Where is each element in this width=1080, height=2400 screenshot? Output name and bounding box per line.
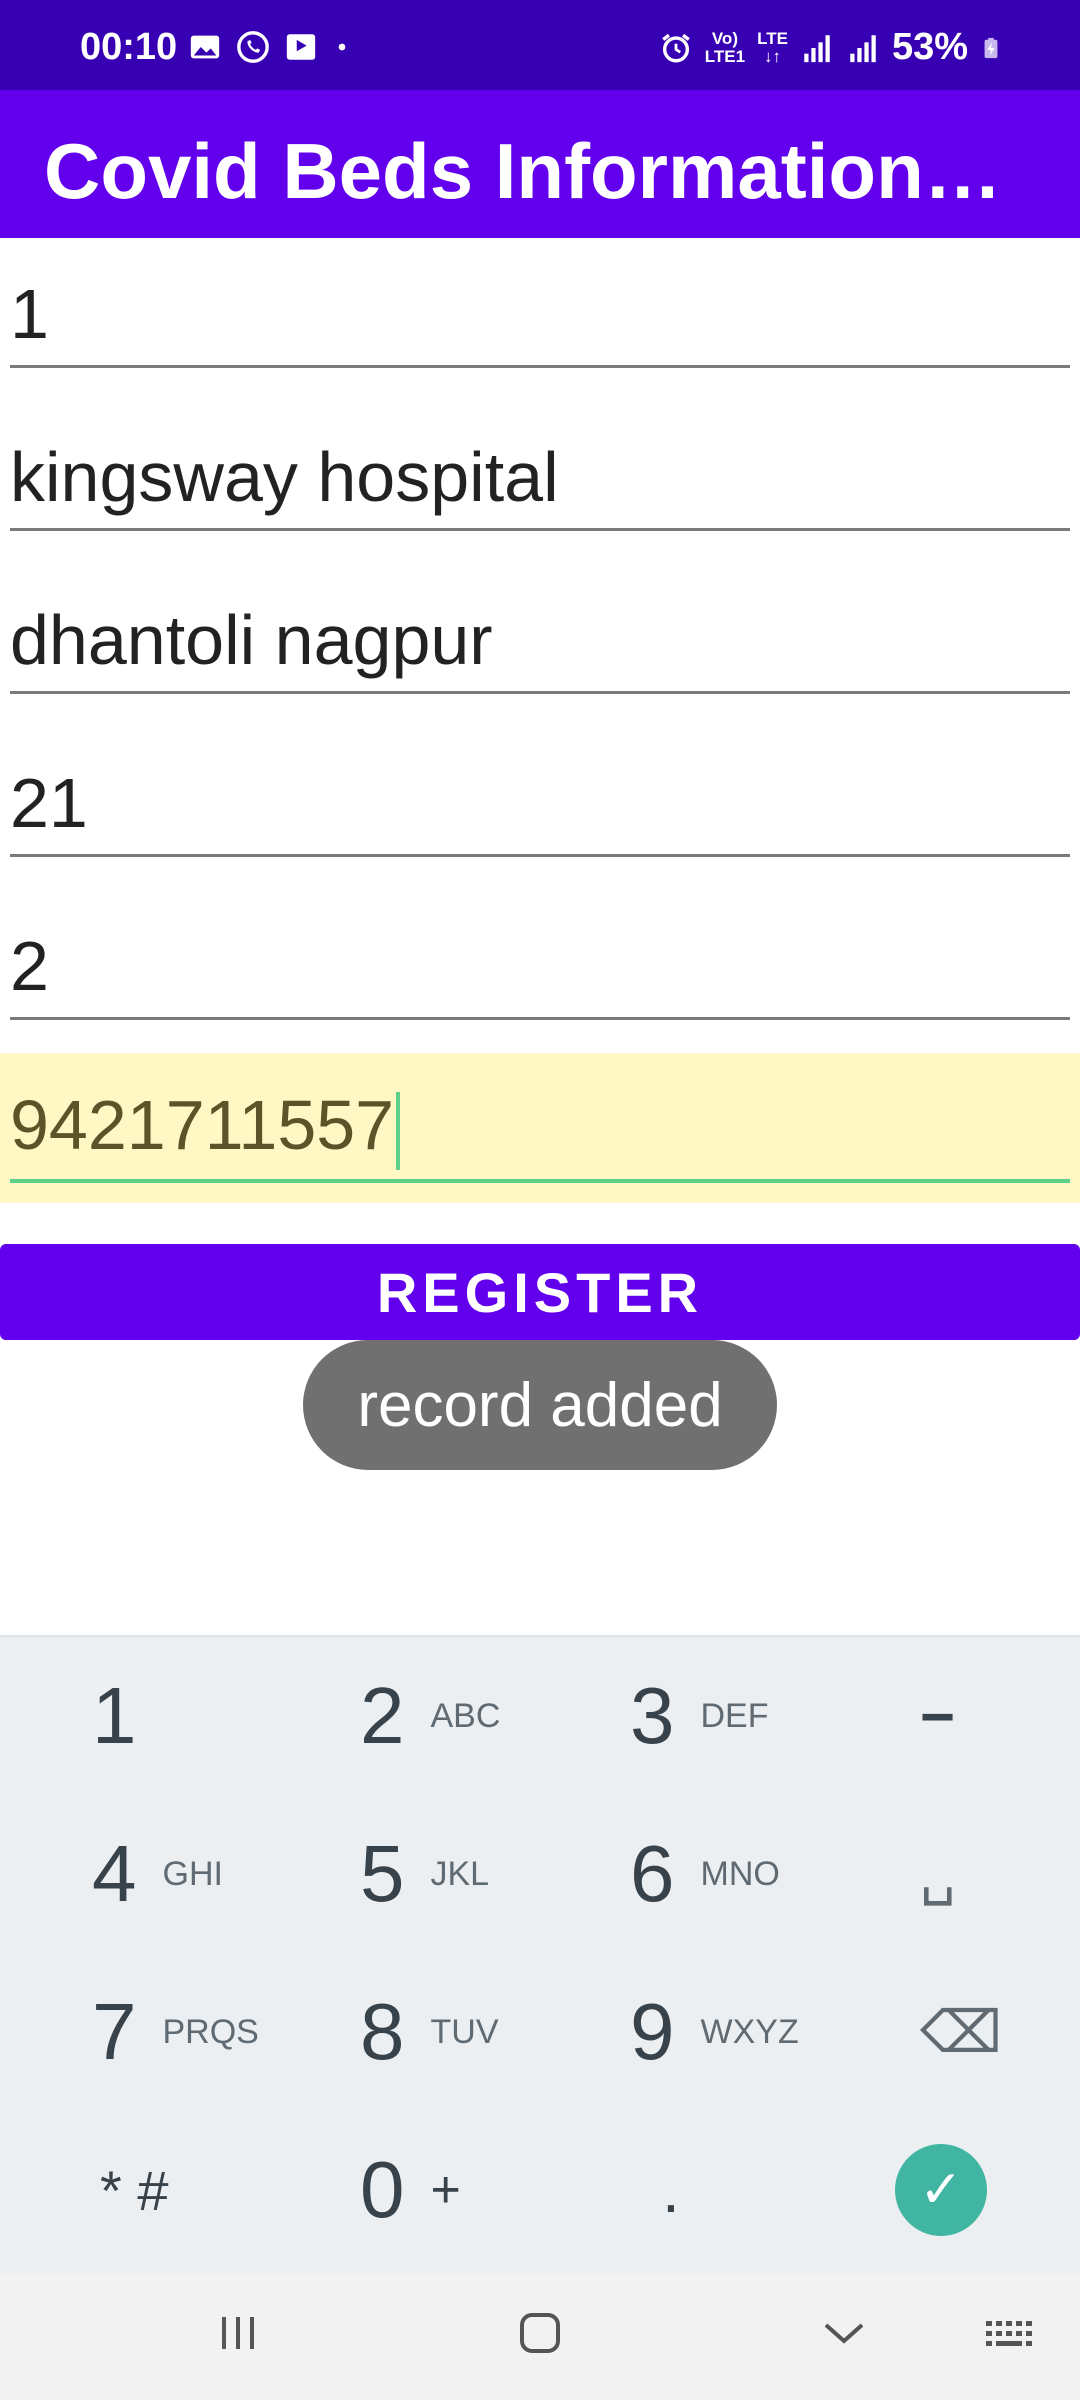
backspace-key[interactable]: ⌫ bbox=[810, 1953, 1080, 2111]
alarm-icon bbox=[661, 33, 690, 62]
whatsapp-icon bbox=[237, 31, 269, 63]
check-icon: ✓ bbox=[895, 2144, 987, 2236]
phone-field[interactable]: 9421711557 bbox=[0, 1053, 1080, 1203]
symbols-key[interactable]: * # bbox=[0, 2111, 270, 2269]
key-4[interactable]: 4 GHI bbox=[0, 1795, 270, 1953]
keyboard-icon[interactable] bbox=[984, 2311, 1036, 2355]
field-value: 9421711557 bbox=[10, 1085, 401, 1170]
chevron-down-icon[interactable] bbox=[822, 2311, 866, 2355]
minus-key[interactable]: − bbox=[810, 1637, 1080, 1795]
navigation-bar bbox=[0, 2273, 1080, 2400]
field-underline bbox=[10, 365, 1070, 368]
key-1[interactable]: 1 bbox=[0, 1637, 270, 1795]
numeric-keyboard: 1 2 ABC 3 DEF − 4 GHI 5 JKL 6 MNO ␣ 7 PRQS 8 TU… bbox=[0, 1635, 1080, 2275]
recent-apps-icon[interactable] bbox=[216, 2311, 260, 2355]
key-5[interactable]: 5 JKL bbox=[270, 1795, 540, 1953]
period-key[interactable]: . bbox=[540, 2111, 810, 2269]
text-field-5[interactable]: 2 bbox=[10, 890, 1070, 1020]
register-button[interactable]: REGISTER bbox=[0, 1244, 1080, 1340]
key-7[interactable]: 7 PRQS bbox=[0, 1953, 270, 2111]
enter-key[interactable]: ✓ bbox=[810, 2111, 1080, 2269]
field-underline bbox=[10, 528, 1070, 531]
field-underline-focused bbox=[10, 1179, 1070, 1183]
signal-icon bbox=[850, 34, 876, 62]
field-underline bbox=[10, 691, 1070, 694]
text-field-4[interactable]: 21 bbox=[10, 727, 1070, 857]
home-icon[interactable] bbox=[518, 2311, 562, 2355]
key-9[interactable]: 9 WXYZ bbox=[540, 1953, 810, 2111]
key-2[interactable]: 2 ABC bbox=[270, 1637, 540, 1795]
media-icon bbox=[286, 34, 316, 60]
key-0[interactable]: 0 + bbox=[270, 2111, 540, 2269]
key-8[interactable]: 8 TUV bbox=[270, 1953, 540, 2111]
text-field-1[interactable]: 1 bbox=[10, 238, 1070, 368]
notification-icons bbox=[188, 30, 352, 64]
lte-icon: LTE ↓↑ bbox=[757, 28, 788, 66]
page-title: Covid Beds Information… bbox=[44, 127, 1002, 215]
text-cursor bbox=[396, 1091, 401, 1170]
status-bar: 00:10 Vo) LTE1 LTE ↓↑ 53% bbox=[0, 0, 1080, 90]
field-value: 21 bbox=[10, 764, 88, 842]
volte-icon: Vo) LTE1 bbox=[704, 28, 746, 66]
battery-charging-icon bbox=[984, 37, 998, 58]
gallery-icon bbox=[190, 35, 220, 59]
hospital-name-field[interactable]: kingsway hospital bbox=[10, 401, 1070, 531]
key-6[interactable]: 6 MNO bbox=[540, 1795, 810, 1953]
field-value: 2 bbox=[10, 927, 49, 1005]
dot-icon bbox=[338, 43, 346, 51]
field-underline bbox=[10, 854, 1070, 857]
battery-percent: 53% bbox=[891, 26, 968, 68]
backspace-icon: ⌫ bbox=[920, 2000, 1003, 2065]
field-value: kingsway hospital bbox=[10, 438, 559, 516]
status-time: 00:10 bbox=[80, 26, 178, 68]
field-value: 1 bbox=[10, 275, 49, 353]
phone-value: 9421711557 bbox=[10, 1086, 395, 1164]
address-field[interactable]: dhantoli nagpur bbox=[10, 564, 1070, 694]
signal-icon bbox=[804, 34, 830, 62]
app-bar: Covid Beds Information… bbox=[0, 90, 1080, 238]
status-right: Vo) LTE1 LTE ↓↑ 53% bbox=[659, 26, 1002, 69]
field-underline bbox=[10, 1017, 1070, 1020]
toast-message: record added bbox=[303, 1340, 777, 1470]
field-value: dhantoli nagpur bbox=[10, 601, 493, 679]
key-3[interactable]: 3 DEF bbox=[540, 1637, 810, 1795]
space-key[interactable]: ␣ bbox=[810, 1795, 1080, 1953]
